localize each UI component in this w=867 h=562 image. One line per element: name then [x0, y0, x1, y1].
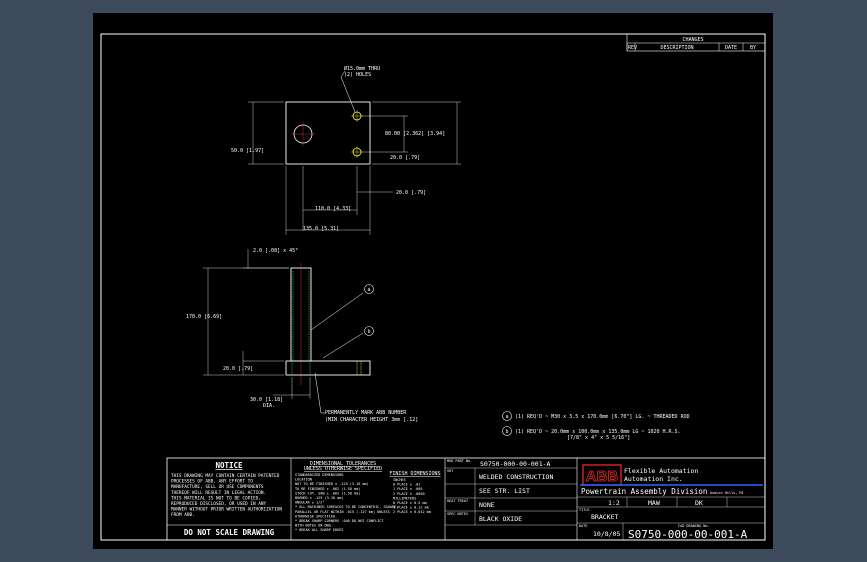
spec-notes-label: SPEC NOTES	[447, 512, 468, 516]
mod-part-label: MOD PART No.	[447, 459, 472, 463]
mark-note-1: PERMANENTLY MARK ABB NUMBER	[325, 410, 407, 416]
notice-lines: THIS DRAWING MAY CONTAIN CERTAIN PATENTE…	[171, 473, 282, 518]
heat-treat-value: NONE	[479, 501, 495, 509]
sht-label: SHT	[447, 469, 454, 473]
tolerance-line-6: ANGULAR ± 1/2°	[295, 501, 325, 505]
tolerance-line-7: * ALL MACHINED SURFACES TO BE CONCENTRIC…	[295, 505, 398, 509]
mod-part-number: S0750-000-00-001-A	[480, 460, 551, 468]
tolerance-line-0: STANDARDIZED DIMENSIONS	[295, 473, 343, 477]
finish-line-1: 0 PLACE ± .01	[393, 483, 420, 487]
see-str-list: SEE STR. LIST	[479, 487, 530, 495]
finish-line-2: 1 PLACE ± .005	[393, 487, 423, 491]
dim-edge: 20.0 [.79]	[396, 190, 426, 196]
plate-section	[285, 360, 371, 376]
bom-a-text: (1) REQ'D ~ M30 x 3.5 x 170.0mm [6.70"] …	[515, 414, 690, 420]
changes-rev: REV	[628, 45, 637, 51]
dim-hole-spacing: 20.0 [.79]	[390, 155, 420, 161]
drawing-date: 10/8/05	[593, 530, 620, 538]
notice-line-5: REPRODUCED DISCLOSED, OR USED IN ANY	[171, 501, 267, 507]
dim-width-total: 135.0 [5.31]	[303, 226, 339, 232]
notice-line-3: THEREOF WILL RESULT IN LEGAL ACTION.	[171, 490, 266, 496]
scale-value: 1:2	[608, 499, 620, 507]
notice-line-6: MANNER WITHOUT PRIOR WRITTEN AUTHORIZATI…	[171, 507, 282, 513]
changes-by: BY	[750, 45, 756, 51]
dim-width-inner: 110.0 [4.33]	[315, 206, 351, 212]
tolerance-line-5: BURNED ± .125 (3.18 mm)	[295, 496, 343, 500]
tolerance-line-2: NOT TO BE FINISHED ± .125 (3.18 mm)	[295, 482, 369, 486]
sheet-border	[100, 33, 766, 541]
tolerance-line-12: * BREAK ALL SHARP EDGES	[295, 528, 343, 532]
dim-side-height: 170.0 [6.69]	[186, 314, 222, 320]
bom-b-tag: b	[505, 429, 508, 435]
notice-line-7: FROM ABB.	[171, 512, 195, 518]
hole-note-1: Ø15.0mm THRU	[344, 65, 380, 72]
drawing-title: BRACKET	[591, 513, 618, 521]
changes-title: CHANGES	[682, 37, 703, 43]
finish-line-4: MILLIMETERS	[393, 496, 416, 500]
title-block: NOTICE THIS DRAWING MAY CONTAIN CERTAIN …	[166, 457, 766, 541]
drawn-by: MAW	[648, 499, 660, 507]
company-line-2: Automation Inc.	[624, 475, 683, 483]
tolerance-line-3: TO BE FINISHED ± .062 (1.58 mm)	[295, 487, 360, 491]
tolerance-lines: STANDARDIZED DIMENSIONSLOCATIONNOT TO BE…	[295, 473, 398, 532]
plate-outline	[285, 101, 371, 165]
division-name: Powertrain Assembly Division	[581, 487, 707, 496]
dim-chamfer: 2.0 [.08] x 45°	[253, 248, 298, 254]
tol-title-2: UNLESS OTHERWISE SPECIFIED	[304, 466, 382, 472]
tolerance-line-4: STOCK CUT, SAW ± .062 (1.58 mm)	[295, 491, 360, 495]
dim-base: 20.0 [.79]	[223, 366, 253, 372]
tolerance-line-11: WITH NOTES ON DWG.	[295, 524, 333, 528]
bom-b-sub: [7/8" x 4" x 5 5/16"]	[567, 435, 630, 441]
title-label: TITLE	[579, 508, 590, 512]
finish-line-7: 2 PLACE ± 0.012 mm	[393, 510, 431, 514]
finish-line-0: INCHES	[393, 478, 406, 482]
tolerance-line-10: * BREAK SHARP CORNERS .040 DO NOT CONFLI…	[295, 519, 384, 523]
hole-note-2: (2) HOLES	[344, 72, 371, 78]
tolerance-line-1: LOCATION	[295, 478, 312, 482]
cad-dwg-number: S0750-000-00-001-A	[628, 528, 748, 541]
notice-line-1: PROCESSES OF ABB. ANY EFFORT TO	[171, 479, 253, 485]
notice-line-4: THIS MATERIAL IS NOT TO BE COPIED,	[171, 495, 261, 501]
abb-logo-text: ABB	[586, 468, 619, 485]
top-view: Ø15.0mm THRU (2) HOLES 80.00 [2.362] [3.…	[231, 65, 461, 235]
dim-left: 50.0 [1.97]	[231, 148, 264, 154]
dim-height-right: 80.00 [2.362] [3.94]	[385, 131, 445, 137]
checked-by: DK	[695, 499, 703, 507]
drawing-sheet: CHANGES REV DESCRIPTION DATE BY Ø15.0mm …	[100, 33, 766, 541]
spec-notes-value: BLACK OXIDE	[479, 515, 522, 523]
notice-line-0: THIS DRAWING MAY CONTAIN CERTAIN PATENTE…	[171, 473, 280, 479]
drawing-canvas[interactable]: CHANGES REV DESCRIPTION DATE BY Ø15.0mm …	[93, 13, 773, 549]
tolerance-line-8: PARALLEL OR FLAT WITHIN .015 (.127 mm) U…	[295, 510, 390, 514]
finish-line-3: 2 PLACE ± .0050	[393, 492, 425, 496]
dim-dia-label: DIA.	[263, 403, 275, 409]
date-label: DATE	[579, 524, 587, 528]
division-location: Auburn Hills, MI	[710, 491, 744, 495]
tolerance-line-9: OTHERWISE SPECIFIED.	[295, 514, 337, 518]
notice-title: NOTICE	[215, 461, 243, 470]
welded-construction: WELDED CONSTRUCTION	[479, 473, 553, 481]
finish-lines: INCHES0 PLACE ± .011 PLACE ± .0052 PLACE…	[393, 478, 431, 514]
changes-block: CHANGES REV DESCRIPTION DATE BY	[626, 33, 766, 52]
callout-a: a	[367, 287, 370, 293]
company-line-1: Flexible Automation	[624, 467, 698, 475]
finish-title: FINISH DIMENSIONS	[389, 471, 440, 477]
changes-description: DESCRIPTION	[660, 45, 693, 51]
mark-note-2: (MIN CHARACTER HEIGHT 3mm [.12]	[325, 417, 418, 423]
heat-treat-label: HEAT TREAT	[447, 499, 469, 503]
notice-line-2: MANUFACTURE, SELL OR USE COMPONENTS	[171, 484, 264, 490]
changes-date: DATE	[725, 45, 737, 51]
notice-footer: DO NOT SCALE DRAWING	[184, 528, 275, 537]
callout-b: b	[367, 329, 370, 335]
finish-line-5: 0 PLACE ± 0.5 mm	[393, 501, 427, 505]
bom-a-tag: a	[505, 414, 508, 420]
side-view: 2.0 [.08] x 45° 170.0 [6.69] 20.0 [.79] …	[186, 248, 418, 423]
finish-line-6: 1 PLACE ± 0.12 mm	[393, 506, 429, 510]
bom-notes: a (1) REQ'D ~ M30 x 3.5 x 170.0mm [6.70"…	[502, 411, 690, 441]
